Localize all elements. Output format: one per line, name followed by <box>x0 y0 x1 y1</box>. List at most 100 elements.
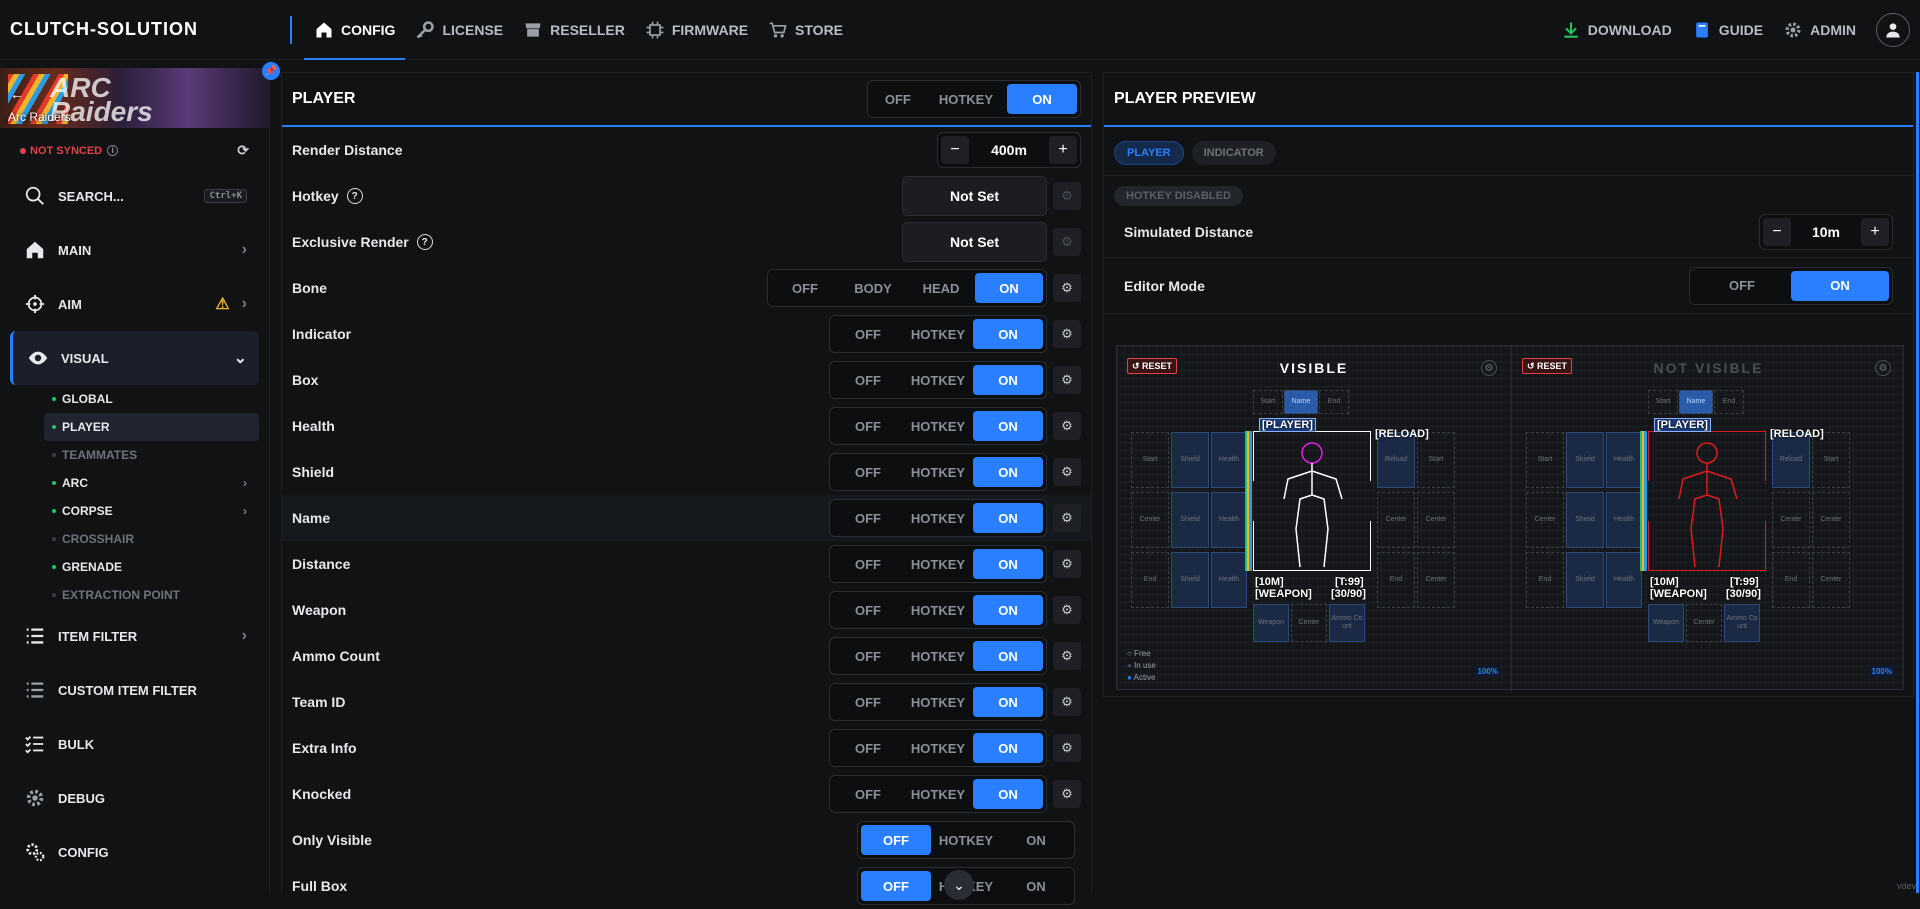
slot-left-shield[interactable]: Shield <box>1566 432 1604 488</box>
nav-license[interactable]: LICENSE <box>405 0 513 60</box>
slot-left-center[interactable]: Center <box>1131 492 1169 548</box>
game-banner[interactable]: ARCRaiders ← Arc Raiders <box>0 68 269 128</box>
tri-toggle[interactable]: OFFHOTKEYON <box>829 637 1047 675</box>
slot-right-center[interactable]: Center <box>1812 552 1850 608</box>
slot-right-center[interactable]: Center <box>1377 492 1415 548</box>
toggle-on[interactable]: ON <box>973 365 1043 395</box>
guide-button[interactable]: GUIDE <box>1682 0 1773 60</box>
submenu-corpse[interactable]: CORPSE› <box>44 497 259 525</box>
toggle-on[interactable]: ON <box>973 411 1043 441</box>
player-mode-toggle[interactable]: OFF HOTKEY ON <box>867 80 1081 118</box>
slot-left-health[interactable]: Health <box>1606 432 1642 488</box>
slot-left-shield[interactable]: Shield <box>1566 552 1604 608</box>
toggle-on[interactable]: ON <box>973 549 1043 579</box>
nav-config[interactable]: CONFIG <box>304 0 405 60</box>
toggle-off[interactable]: OFF <box>833 549 903 579</box>
mode-off[interactable]: OFF <box>871 84 925 114</box>
slot-left-center[interactable]: Center <box>1526 492 1564 548</box>
toggle-off[interactable]: OFF <box>833 595 903 625</box>
submenu-teammates[interactable]: TEAMMATES <box>44 441 259 469</box>
sidebar-search[interactable]: SEARCH... Ctrl+K <box>0 169 269 223</box>
toggle-hotkey[interactable]: HOTKEY <box>903 319 973 349</box>
minus-button[interactable]: − <box>1763 218 1791 246</box>
slot-left-shield[interactable]: Shield <box>1566 492 1604 548</box>
submenu-grenade[interactable]: GRENADE <box>44 553 259 581</box>
refresh-icon[interactable]: ⟳ <box>237 142 249 159</box>
submenu-crosshair[interactable]: CROSSHAIR <box>44 525 259 553</box>
tri-toggle[interactable]: OFFHOTKEYON <box>829 361 1047 399</box>
toggle-on[interactable]: ON <box>973 503 1043 533</box>
toggle-off[interactable]: OFF <box>1693 271 1791 301</box>
slot-right-center[interactable]: Center <box>1772 492 1810 548</box>
scroll-down-button[interactable]: ⌄ <box>944 870 974 900</box>
slot-right-center[interactable]: Center <box>1417 552 1455 608</box>
slot-right-reload[interactable]: Reload <box>1377 432 1415 488</box>
sidebar-item-aim[interactable]: AIM ⚠ › <box>0 277 269 331</box>
gear-icon[interactable]: ⚙ <box>1053 274 1081 302</box>
settings-icon[interactable]: ⚙ <box>1875 360 1891 376</box>
bone-head[interactable]: HEAD <box>907 273 975 303</box>
toggle-off[interactable]: OFF <box>833 411 903 441</box>
sidebar-item-item-filter[interactable]: ITEM FILTER › <box>0 609 269 663</box>
toggle-hotkey[interactable]: HOTKEY <box>903 457 973 487</box>
tri-toggle[interactable]: OFFHOTKEYON <box>829 683 1047 721</box>
sidebar-item-debug[interactable]: DEBUG <box>0 771 269 825</box>
page-scrollbar[interactable] <box>1916 72 1919 893</box>
toggle-hotkey[interactable]: HOTKEY <box>903 503 973 533</box>
back-arrow-icon[interactable]: ← <box>10 86 24 102</box>
slot-right-reload[interactable]: Reload <box>1772 432 1810 488</box>
info-icon[interactable]: i <box>107 145 118 156</box>
toggle-off[interactable]: OFF <box>861 825 931 855</box>
slot-left-health[interactable]: Health <box>1606 492 1642 548</box>
sidebar-item-config[interactable]: CONFIG <box>0 825 269 879</box>
toggle-off[interactable]: OFF <box>833 457 903 487</box>
tri-toggle[interactable]: OFFHOTKEYON <box>829 775 1047 813</box>
gear-icon[interactable]: ⚙ <box>1053 550 1081 578</box>
toggle-off[interactable]: OFF <box>833 779 903 809</box>
slot-right-center[interactable]: Center <box>1417 492 1455 548</box>
tab-player[interactable]: PLAYER <box>1114 141 1184 165</box>
bone-on[interactable]: ON <box>975 273 1043 303</box>
settings-icon[interactable]: ⚙ <box>1481 360 1497 376</box>
toggle-on[interactable]: ON <box>1791 271 1889 301</box>
toggle-off[interactable]: OFF <box>833 365 903 395</box>
tri-toggle[interactable]: OFFHOTKEYON <box>829 407 1047 445</box>
toggle-off[interactable]: OFF <box>833 687 903 717</box>
bone-body[interactable]: BODY <box>839 273 907 303</box>
simulated-distance-stepper[interactable]: − 10m + <box>1759 214 1893 250</box>
slot-left-end[interactable]: End <box>1526 552 1564 608</box>
slot-bottom-ammo[interactable]: Ammo Co unt <box>1724 604 1760 642</box>
toggle-hotkey[interactable]: HOTKEY <box>903 595 973 625</box>
gear-icon[interactable]: ⚙ <box>1053 504 1081 532</box>
toggle-off[interactable]: OFF <box>833 733 903 763</box>
nav-reseller[interactable]: RESELLER <box>513 0 635 60</box>
tab-indicator[interactable]: INDICATOR <box>1192 141 1276 165</box>
mode-hotkey[interactable]: HOTKEY <box>925 84 1007 114</box>
slot-right-center[interactable]: Center <box>1812 492 1850 548</box>
nav-store[interactable]: STORE <box>758 0 853 60</box>
gear-icon[interactable]: ⚙ <box>1053 780 1081 808</box>
plus-button[interactable]: + <box>1049 136 1077 164</box>
submenu-player[interactable]: PLAYER <box>44 413 259 441</box>
minus-button[interactable]: − <box>941 136 969 164</box>
bone-off[interactable]: OFF <box>771 273 839 303</box>
visible-preview[interactable]: ↺ RESET VISIBLE ⚙ ○ Free ● In use ● Acti… <box>1117 346 1511 691</box>
toggle-off[interactable]: OFF <box>833 503 903 533</box>
slot-top-name[interactable]: Name <box>1679 390 1713 414</box>
slot-left-shield[interactable]: Shield <box>1171 552 1209 608</box>
toggle-on[interactable]: ON <box>1001 825 1071 855</box>
toggle-hotkey[interactable]: HOTKEY <box>903 733 973 763</box>
slot-left-health[interactable]: Health <box>1211 492 1247 548</box>
toggle-hotkey[interactable]: HOTKEY <box>903 549 973 579</box>
download-button[interactable]: DOWNLOAD <box>1551 0 1682 60</box>
gear-icon[interactable]: ⚙ <box>1053 412 1081 440</box>
slot-right-start[interactable]: Start <box>1812 432 1850 488</box>
slot-left-shield[interactable]: Shield <box>1171 492 1209 548</box>
sidebar-item-bulk[interactable]: BULK <box>0 717 269 771</box>
slot-top-end[interactable]: End <box>1714 390 1744 414</box>
slot-left-health[interactable]: Health <box>1211 552 1247 608</box>
gear-icon[interactable]: ⚙ <box>1053 366 1081 394</box>
submenu-extraction-point[interactable]: EXTRACTION POINT <box>44 581 259 609</box>
submenu-arc[interactable]: ARC› <box>44 469 259 497</box>
toggle-hotkey[interactable]: HOTKEY <box>903 641 973 671</box>
